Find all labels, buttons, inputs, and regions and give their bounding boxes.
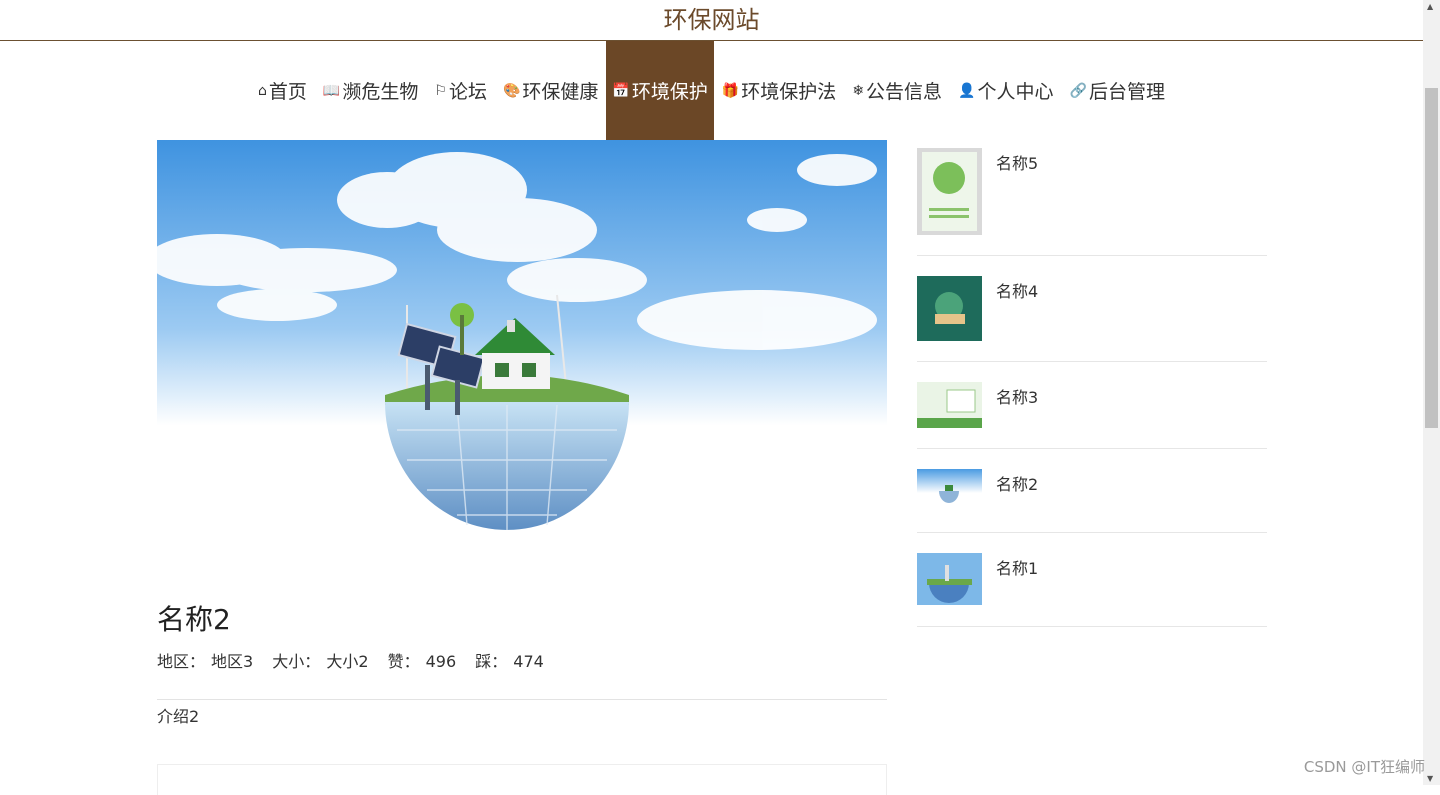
meta-label-dislike[interactable]: 踩： — [475, 652, 507, 671]
nav-label: 环境保护法 — [741, 81, 837, 103]
gift-icon: 🎁 — [721, 82, 740, 99]
main-nav: ⌂ 首页 📖 濒危生物 ⚐ 论坛 🎨 环保健康 📅 环境保护 🎁 环境保护法 ❄… — [0, 41, 1423, 140]
sidebar-thumb[interactable] — [917, 148, 982, 235]
meta-label-size: 大小： — [272, 652, 321, 671]
meta-label-region: 地区： — [157, 652, 206, 671]
book-icon: 📖 — [322, 82, 341, 99]
sidebar-item-name[interactable]: 名称2 — [996, 471, 1038, 495]
flag-icon: ⚐ — [434, 82, 447, 99]
nav-label: 环境保护 — [631, 81, 708, 103]
nav-item-endangered[interactable]: 📖 濒危生物 — [315, 41, 426, 140]
meta-value-dislike: 474 — [513, 652, 544, 671]
palette-icon: 🎨 — [502, 82, 521, 99]
nav-label: 后台管理 — [1088, 81, 1165, 103]
nav-item-notice[interactable]: ❄ 公告信息 — [844, 41, 950, 140]
meta-value-like: 496 — [425, 652, 457, 671]
nav-label: 首页 — [268, 81, 307, 103]
sidebar-list: 名称5 名称4 名称3 名称2 名称1 — [917, 140, 1267, 627]
scroll-thumb[interactable] — [1425, 88, 1438, 428]
sidebar-item-3[interactable]: 名称3 — [917, 362, 1267, 449]
sidebar-thumb[interactable] — [917, 382, 982, 428]
snowflake-icon: ❄ — [852, 82, 865, 99]
meta-label-like[interactable]: 赞： — [388, 652, 420, 671]
nav-item-law[interactable]: 🎁 环境保护法 — [714, 41, 844, 140]
nav-label: 个人中心 — [977, 81, 1054, 103]
scroll-down-icon[interactable]: ▼ — [1427, 774, 1433, 783]
nav-label: 环保健康 — [522, 81, 599, 103]
nav-item-protection[interactable]: 📅 环境保护 — [606, 41, 714, 140]
sidebar-item-name[interactable]: 名称3 — [996, 384, 1038, 408]
comment-box[interactable] — [157, 764, 887, 795]
watermark: CSDN @IT狂编师 — [1303, 758, 1425, 776]
meta-value-size: 大小2 — [326, 652, 369, 671]
nav-item-admin[interactable]: 🔗 后台管理 — [1062, 41, 1173, 140]
sidebar-thumb[interactable] — [917, 276, 982, 341]
link-icon: 🔗 — [1069, 82, 1087, 99]
sidebar-thumb[interactable] — [917, 553, 982, 605]
sidebar-item-name[interactable]: 名称4 — [996, 278, 1038, 302]
sidebar-item-4[interactable]: 名称4 — [917, 256, 1267, 362]
detail-meta: 地区： 地区3 大小： 大小2 赞： 496 踩： 474 — [157, 648, 558, 672]
user-icon: 👤 — [958, 82, 976, 99]
sidebar-item-name[interactable]: 名称1 — [996, 555, 1038, 579]
meta-value-region: 地区3 — [211, 652, 254, 671]
nav-label: 濒危生物 — [342, 81, 419, 103]
sidebar-item-name[interactable]: 名称5 — [996, 150, 1038, 174]
sidebar-item-1[interactable]: 名称1 — [917, 533, 1267, 627]
page-scrollbar[interactable]: ▲ ▼ — [1423, 0, 1440, 785]
nav-item-home[interactable]: ⌂ 首页 — [250, 41, 315, 140]
nav-label: 公告信息 — [866, 81, 943, 103]
detail-intro: 介绍2 — [157, 707, 200, 726]
home-icon: ⌂ — [258, 82, 267, 99]
nav-item-profile[interactable]: 👤 个人中心 — [950, 41, 1061, 140]
nav-item-health[interactable]: 🎨 环保健康 — [495, 41, 606, 140]
scroll-up-icon[interactable]: ▲ — [1427, 2, 1433, 11]
sidebar-item-2[interactable]: 名称2 — [917, 449, 1267, 533]
detail-title: 名称2 — [157, 603, 231, 636]
site-title: 环保网站 — [663, 6, 760, 34]
sidebar-thumb[interactable] — [917, 469, 982, 509]
hero-image — [157, 140, 887, 560]
calendar-icon: 📅 — [612, 82, 630, 99]
nav-label: 论坛 — [448, 81, 487, 103]
content-divider — [157, 699, 887, 700]
nav-item-forum[interactable]: ⚐ 论坛 — [426, 41, 495, 140]
site-header: 环保网站 — [0, 0, 1423, 41]
sidebar-item-5[interactable]: 名称5 — [917, 140, 1267, 256]
